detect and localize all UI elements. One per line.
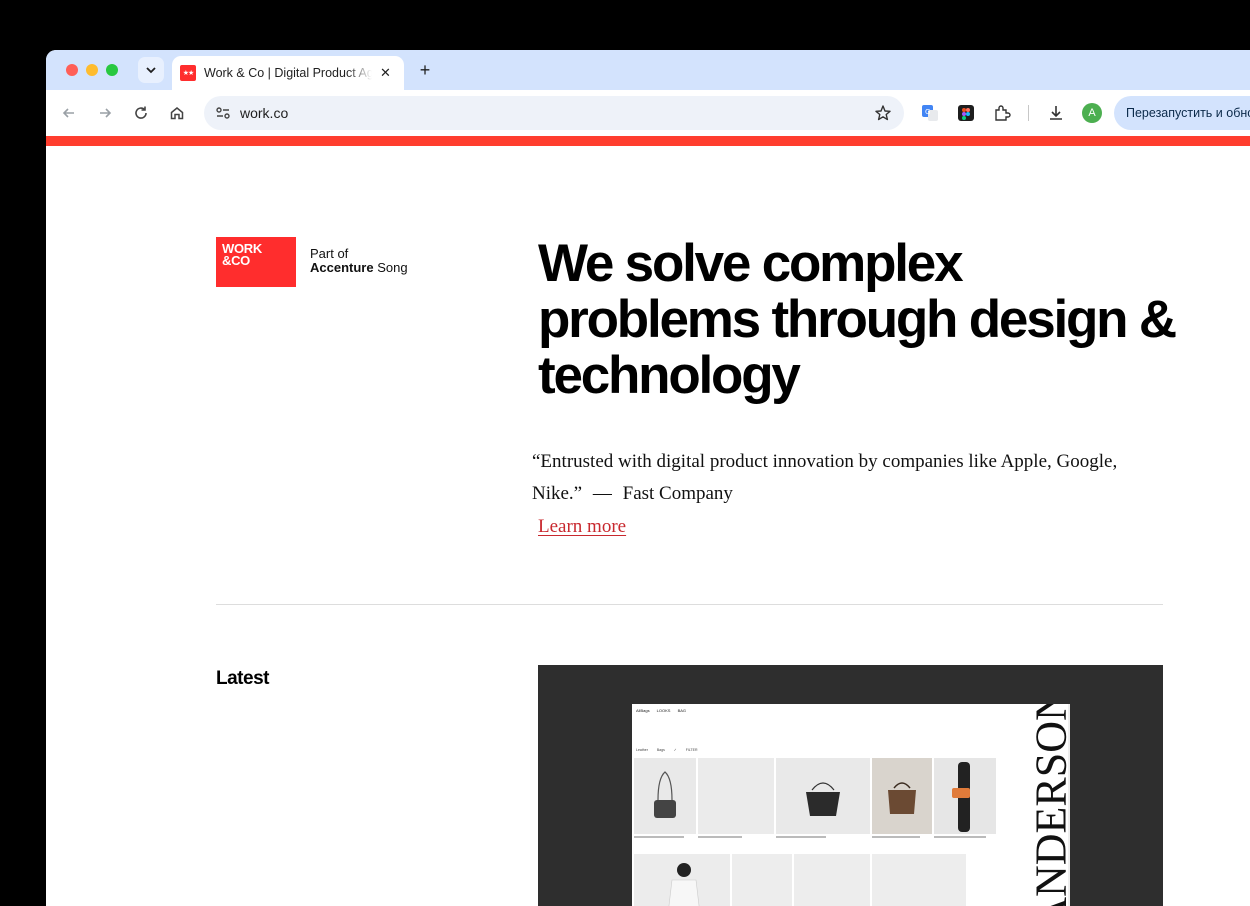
extensions-button[interactable] bbox=[992, 103, 1012, 123]
forward-icon bbox=[100, 108, 112, 118]
site-settings-button[interactable] bbox=[214, 104, 232, 122]
maximize-window-button[interactable] bbox=[106, 64, 118, 76]
caption-line bbox=[872, 836, 920, 838]
tab-search-button[interactable] bbox=[138, 57, 164, 83]
minimize-window-button[interactable] bbox=[86, 64, 98, 76]
tab-title: Work & Co | Digital Product Agency bbox=[204, 66, 372, 80]
feature-screenshot: AllBags LOOKS BAG Leather Bags ✓ FILTER bbox=[632, 704, 1070, 906]
home-icon bbox=[170, 107, 184, 120]
translate-extension-button[interactable]: G bbox=[920, 103, 940, 123]
caption-line bbox=[634, 836, 684, 838]
svg-text:G: G bbox=[925, 108, 930, 116]
site-settings-icon bbox=[216, 107, 230, 119]
toolbar-separator bbox=[1028, 105, 1029, 121]
caption-line bbox=[934, 836, 986, 838]
bookmark-star-icon bbox=[875, 105, 891, 121]
browser-toolbar: work.co G A Перезапустить и обновить bbox=[46, 90, 1250, 136]
top-accent-bar bbox=[46, 136, 1250, 146]
product-tile bbox=[934, 758, 996, 834]
extensions-puzzle-icon bbox=[995, 105, 1011, 121]
tab-search-icon bbox=[146, 67, 156, 74]
close-window-button[interactable] bbox=[66, 64, 78, 76]
product-tile bbox=[634, 854, 730, 906]
product-tile bbox=[794, 854, 870, 906]
logo-line-2: &CO bbox=[222, 253, 250, 268]
latest-heading: Latest bbox=[216, 668, 269, 689]
reload-icon bbox=[135, 106, 147, 119]
brand-wordmark: ANDERSON bbox=[1034, 704, 1070, 906]
product-tile bbox=[872, 854, 966, 906]
profile-avatar[interactable]: A bbox=[1082, 103, 1102, 123]
download-icon bbox=[1050, 106, 1062, 120]
forward-button[interactable] bbox=[92, 100, 118, 126]
reload-button[interactable] bbox=[128, 100, 154, 126]
hero-headline: We solve complex problems through design… bbox=[538, 234, 1177, 405]
home-button[interactable] bbox=[164, 100, 190, 126]
shot-filter: Leather Bags ✓ FILTER bbox=[636, 748, 698, 752]
caption-line bbox=[776, 836, 826, 838]
address-bar[interactable]: work.co bbox=[204, 96, 904, 130]
downloads-button[interactable] bbox=[1046, 103, 1066, 123]
accenture-song-lockup: Part of Accenture Song bbox=[310, 247, 408, 275]
caption-line bbox=[698, 836, 742, 838]
url-text[interactable]: work.co bbox=[240, 105, 288, 121]
favicon-icon: ★★ bbox=[180, 65, 196, 81]
product-tile bbox=[776, 758, 870, 834]
quote-dash: — bbox=[592, 483, 612, 504]
product-tile bbox=[732, 854, 792, 906]
accenture-label: Accenture bbox=[310, 260, 374, 275]
latest-feature-card[interactable]: AllBags LOOKS BAG Leather Bags ✓ FILTER bbox=[538, 665, 1163, 906]
bookmark-button[interactable] bbox=[874, 104, 892, 127]
product-tile bbox=[872, 758, 932, 834]
browser-window: ★★ Work & Co | Digital Product Agency ✕ … bbox=[46, 50, 1250, 906]
figma-extension-icon bbox=[958, 105, 974, 121]
brand-wordmark-text: ANDERSON bbox=[1034, 704, 1070, 906]
translate-extension-icon: G bbox=[922, 105, 938, 121]
quote-source: Fast Company bbox=[622, 483, 733, 504]
learn-more-link[interactable]: Learn more bbox=[538, 516, 626, 538]
back-icon bbox=[62, 108, 74, 118]
product-tile bbox=[634, 758, 696, 834]
product-tile bbox=[698, 758, 774, 834]
tab-bar: ★★ Work & Co | Digital Product Agency ✕ … bbox=[46, 50, 1250, 90]
section-divider bbox=[216, 604, 1163, 605]
part-of-label: Part of bbox=[310, 246, 349, 261]
quote-text: “Entrusted with digital product innovati… bbox=[532, 451, 1118, 504]
web-page: WORK &CO Part of Accenture Song We solve… bbox=[46, 136, 1250, 906]
tab-active[interactable]: ★★ Work & Co | Digital Product Agency ✕ bbox=[172, 56, 404, 90]
workco-logo[interactable]: WORK &CO bbox=[216, 237, 296, 287]
relaunch-update-button[interactable]: Перезапустить и обновить bbox=[1114, 96, 1250, 130]
press-quote: “Entrusted with digital product innovati… bbox=[532, 446, 1152, 510]
figma-extension-button[interactable] bbox=[956, 103, 976, 123]
back-button[interactable] bbox=[56, 100, 82, 126]
song-label: Song bbox=[373, 260, 408, 275]
shot-nav: AllBags LOOKS BAG bbox=[636, 708, 687, 713]
new-tab-button[interactable]: + bbox=[414, 59, 436, 81]
tab-close-icon[interactable]: ✕ bbox=[380, 65, 391, 81]
